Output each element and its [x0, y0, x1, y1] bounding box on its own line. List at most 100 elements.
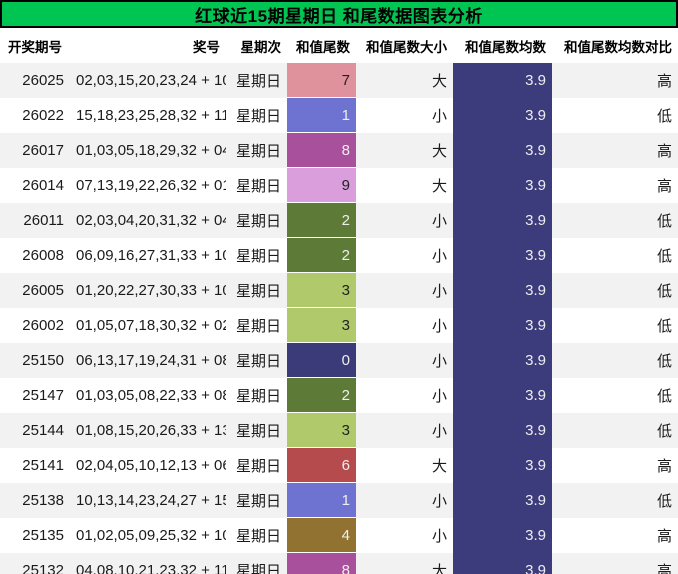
period-cell: 25144 [0, 412, 70, 448]
tail-size-cell: 小 [356, 97, 453, 133]
tail-size-cell: 小 [356, 202, 453, 238]
period-cell: 25141 [0, 447, 70, 483]
weekday-cell: 星期日 [226, 63, 287, 98]
period-cell: 25135 [0, 517, 70, 553]
tail-size-cell: 大 [356, 132, 453, 168]
sum-tail-cell: 0 [287, 342, 356, 378]
tail-mean-compare-cell: 高 [552, 552, 678, 574]
col-header-numbers: 奖号 [70, 28, 226, 63]
weekday-cell: 星期日 [226, 97, 287, 133]
sum-tail-cell: 3 [287, 412, 356, 448]
table-row: 26014 07,13,19,22,26,32 + 01 星期日 9 大 3.9 高 [0, 167, 678, 203]
weekday-cell: 星期日 [226, 482, 287, 518]
sum-tail-cell: 3 [287, 272, 356, 308]
col-header-weekday: 星期次 [226, 28, 287, 63]
sum-tail-cell: 1 [287, 97, 356, 133]
lottery-tail-analysis-page: 红球近15期星期日 和尾数据图表分析 开奖期号 奖号 星期次 和值尾数 和值尾数… [0, 0, 678, 574]
tail-mean-cell: 3.9 [453, 412, 552, 448]
tail-size-cell: 小 [356, 272, 453, 308]
table-row: 26025 02,03,15,20,23,24 + 10 星期日 7 大 3.9 高 [0, 63, 678, 98]
tail-mean-compare-cell: 低 [552, 377, 678, 413]
period-cell: 25150 [0, 342, 70, 378]
tail-mean-compare-cell: 高 [552, 63, 678, 98]
tail-size-cell: 大 [356, 167, 453, 203]
tail-size-cell: 大 [356, 447, 453, 483]
period-cell: 26022 [0, 97, 70, 133]
table-row: 26011 02,03,04,20,31,32 + 04 星期日 2 小 3.9 低 [0, 202, 678, 238]
tail-mean-compare-cell: 低 [552, 482, 678, 518]
period-cell: 26002 [0, 307, 70, 343]
page-title: 红球近15期星期日 和尾数据图表分析 [0, 0, 678, 28]
table-row: 26008 06,09,16,27,31,33 + 10 星期日 2 小 3.9 低 [0, 237, 678, 273]
weekday-cell: 星期日 [226, 202, 287, 238]
numbers-cell: 06,09,16,27,31,33 + 10 [70, 237, 226, 273]
period-cell: 25147 [0, 377, 70, 413]
tail-size-cell: 小 [356, 482, 453, 518]
tail-mean-cell: 3.9 [453, 377, 552, 413]
table-body: 26025 02,03,15,20,23,24 + 10 星期日 7 大 3.9 高 2602… [0, 63, 678, 574]
weekday-cell: 星期日 [226, 307, 287, 343]
period-cell: 25138 [0, 482, 70, 518]
sum-tail-cell: 1 [287, 482, 356, 518]
table-row: 25132 04,08,10,21,23,32 + 11 星期日 8 大 3.9 高 [0, 552, 678, 574]
tail-mean-compare-cell: 高 [552, 517, 678, 553]
sum-tail-cell: 6 [287, 447, 356, 483]
tail-size-cell: 小 [356, 377, 453, 413]
table-row: 26017 01,03,05,18,29,32 + 04 星期日 8 大 3.9 高 [0, 132, 678, 168]
weekday-cell: 星期日 [226, 272, 287, 308]
col-header-sum-tail: 和值尾数 [287, 28, 356, 63]
sum-tail-cell: 8 [287, 132, 356, 168]
sum-tail-cell: 9 [287, 167, 356, 203]
weekday-cell: 星期日 [226, 342, 287, 378]
period-cell: 26005 [0, 272, 70, 308]
sum-tail-cell: 4 [287, 517, 356, 553]
tail-mean-compare-cell: 低 [552, 272, 678, 308]
numbers-cell: 01,03,05,08,22,33 + 08 [70, 377, 226, 413]
tail-mean-cell: 3.9 [453, 237, 552, 273]
weekday-cell: 星期日 [226, 517, 287, 553]
tail-size-cell: 小 [356, 412, 453, 448]
table-row: 25147 01,03,05,08,22,33 + 08 星期日 2 小 3.9 低 [0, 377, 678, 413]
period-cell: 26008 [0, 237, 70, 273]
numbers-cell: 10,13,14,23,24,27 + 15 [70, 482, 226, 518]
numbers-cell: 02,04,05,10,12,13 + 06 [70, 447, 226, 483]
table-row: 26022 15,18,23,25,28,32 + 11 星期日 1 小 3.9 低 [0, 97, 678, 133]
period-cell: 25132 [0, 552, 70, 574]
tail-mean-cell: 3.9 [453, 132, 552, 168]
tail-mean-compare-cell: 低 [552, 307, 678, 343]
col-header-tail-mean-compare: 和值尾数均数对比 [552, 28, 678, 63]
tail-mean-cell: 3.9 [453, 167, 552, 203]
tail-mean-cell: 3.9 [453, 517, 552, 553]
tail-mean-compare-cell: 高 [552, 447, 678, 483]
col-header-period: 开奖期号 [0, 28, 70, 63]
table-row: 25135 01,02,05,09,25,32 + 10 星期日 4 小 3.9 高 [0, 517, 678, 553]
table-row: 25144 01,08,15,20,26,33 + 13 星期日 3 小 3.9 低 [0, 412, 678, 448]
sum-tail-cell: 2 [287, 377, 356, 413]
tail-mean-cell: 3.9 [453, 63, 552, 98]
tail-size-cell: 小 [356, 342, 453, 378]
numbers-cell: 04,08,10,21,23,32 + 11 [70, 552, 226, 574]
table-row: 26005 01,20,22,27,30,33 + 10 星期日 3 小 3.9 低 [0, 272, 678, 308]
weekday-cell: 星期日 [226, 237, 287, 273]
sum-tail-cell: 7 [287, 63, 356, 98]
tail-mean-compare-cell: 低 [552, 342, 678, 378]
tail-mean-compare-cell: 高 [552, 132, 678, 168]
tail-size-cell: 小 [356, 237, 453, 273]
tail-mean-compare-cell: 低 [552, 202, 678, 238]
tail-mean-cell: 3.9 [453, 307, 552, 343]
numbers-cell: 01,02,05,09,25,32 + 10 [70, 517, 226, 553]
col-header-tail-mean: 和值尾数均数 [453, 28, 552, 63]
period-cell: 26025 [0, 63, 70, 98]
numbers-cell: 01,20,22,27,30,33 + 10 [70, 272, 226, 308]
weekday-cell: 星期日 [226, 167, 287, 203]
tail-size-cell: 小 [356, 517, 453, 553]
tail-mean-cell: 3.9 [453, 202, 552, 238]
numbers-cell: 02,03,15,20,23,24 + 10 [70, 63, 226, 98]
numbers-cell: 01,08,15,20,26,33 + 13 [70, 412, 226, 448]
table-header-row: 开奖期号 奖号 星期次 和值尾数 和值尾数大小 和值尾数均数 和值尾数均数对比 [0, 28, 678, 63]
tail-mean-cell: 3.9 [453, 447, 552, 483]
tail-mean-compare-cell: 低 [552, 412, 678, 448]
tail-mean-cell: 3.9 [453, 272, 552, 308]
tail-size-cell: 小 [356, 307, 453, 343]
tail-mean-cell: 3.9 [453, 552, 552, 574]
